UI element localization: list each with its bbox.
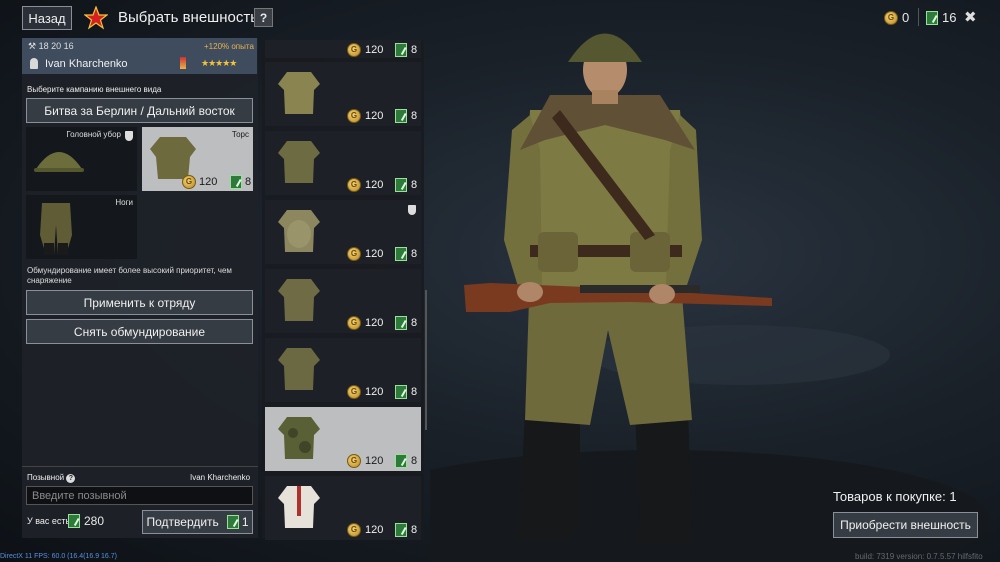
ticket-icon <box>395 523 407 537</box>
medal-icon <box>180 57 186 69</box>
have-tickets: 280 <box>68 514 104 528</box>
gold-amount: 0 <box>902 10 910 25</box>
ticket-icon <box>395 109 407 123</box>
soldier-name: Ivan Kharchenko <box>45 58 128 70</box>
ticket-icon <box>395 43 407 57</box>
have-label: У вас есть <box>27 516 71 526</box>
appearance-item[interactable]: 120 8 <box>265 338 421 402</box>
slot-label: Ноги <box>115 198 133 207</box>
help-button[interactable]: ? <box>254 8 273 27</box>
close-icon[interactable]: ✖ <box>964 8 977 26</box>
ticket-icon <box>926 10 938 25</box>
gold-coin-icon <box>347 178 361 192</box>
white-tunic-icon <box>278 486 320 528</box>
confirm-cost: 1 <box>226 515 249 529</box>
callsign-input[interactable] <box>26 486 253 505</box>
wrench-icon: ⚒ <box>28 41 39 51</box>
slot-label: Торс <box>231 130 249 139</box>
buy-appearance-button[interactable]: Приобрести внешность <box>833 512 978 538</box>
appearance-item[interactable]: 120 8 <box>265 131 421 195</box>
scrollbar[interactable] <box>425 290 427 430</box>
ticket-icon <box>395 178 407 192</box>
slot-price: 120 <box>182 175 217 189</box>
gold-coin-icon <box>347 523 361 537</box>
gold-coin-icon <box>182 175 196 189</box>
ticket-icon <box>395 385 407 399</box>
back-button[interactable]: Назад <box>22 6 72 30</box>
body-armor-icon <box>278 210 320 252</box>
slot-label: Головной убор <box>66 130 121 139</box>
ticket-icon <box>395 316 407 330</box>
gold-coin-icon <box>347 385 361 399</box>
helmet-icon <box>34 152 84 172</box>
ticket-balance: 16 <box>926 10 956 25</box>
soldier-icon <box>30 58 38 69</box>
appearance-item[interactable]: 120 8 <box>265 200 421 264</box>
slot-legs[interactable]: Ноги <box>26 195 137 259</box>
ticket-amount: 16 <box>942 10 957 25</box>
ticket-icon <box>230 175 242 189</box>
appearance-item[interactable]: 120 8 <box>265 269 421 333</box>
ticket-icon <box>226 515 239 529</box>
slot-torso[interactable]: Торс 120 8 <box>142 127 253 191</box>
appearance-item[interactable]: 120 8 <box>265 62 421 126</box>
help-icon[interactable]: ? <box>66 474 76 483</box>
fps-counter: DirectX 11 FPS: 60.0 (16.4(16.9 16.7) <box>0 553 117 560</box>
red-star-icon <box>84 6 108 30</box>
gold-coin-icon <box>347 454 361 468</box>
shield-icon <box>125 131 133 141</box>
gold-coin-icon <box>884 10 898 25</box>
items-to-buy: Товаров к покупке: 1 <box>833 489 957 504</box>
divider <box>22 466 258 467</box>
gold-coin-icon <box>347 316 361 330</box>
tunic-icon <box>278 348 320 390</box>
appearance-item[interactable]: 120 8 <box>265 40 421 58</box>
gold-coin-icon <box>347 247 361 261</box>
slot-tickets: 8 <box>230 175 251 189</box>
version-label: build: 7319 version: 0.7.5.57 hilfsfito <box>855 552 983 561</box>
callsign-label: Позывной ? <box>27 473 76 483</box>
slot-headgear[interactable]: Головной убор <box>26 127 137 191</box>
trousers-icon <box>40 203 72 255</box>
camo-tunic-icon <box>278 417 320 459</box>
tunic-icon <box>278 72 320 114</box>
campaign-label: Выберите кампанию внешнего вида <box>27 85 162 94</box>
appearance-item-selected[interactable]: 120 8 <box>265 407 421 471</box>
tunic-icon <box>150 137 196 179</box>
gold-balance: 0 <box>884 10 909 25</box>
tunic-icon <box>278 141 320 183</box>
callsign-soldier-name: Ivan Kharchenko <box>190 473 251 482</box>
divider <box>918 8 919 26</box>
gold-coin-icon <box>347 43 361 57</box>
exp-bonus: +120% опыта <box>204 42 254 51</box>
soldier-stats: ⚒ 18 20 16 <box>28 41 74 51</box>
character-preview[interactable] <box>430 0 1000 562</box>
appearance-item[interactable]: 120 8 <box>265 476 421 540</box>
shield-icon <box>408 205 416 215</box>
tunic-icon <box>278 279 320 321</box>
campaign-select[interactable]: Битва за Берлин / Дальний восток <box>26 98 253 123</box>
ticket-icon <box>68 514 80 528</box>
gold-coin-icon <box>347 109 361 123</box>
rank-stars: ★★★★★ <box>201 58 237 68</box>
confirm-callsign-button[interactable]: Подтвердить 1 <box>142 510 253 534</box>
page-title: Выбрать внешность <box>118 9 259 26</box>
ticket-icon <box>395 247 407 261</box>
ticket-icon <box>395 454 407 468</box>
remove-uniform-button[interactable]: Снять обмундирование <box>26 319 253 344</box>
apply-to-squad-button[interactable]: Применить к отряду <box>26 290 253 315</box>
priority-note: Обмундирование имеет более высокий приор… <box>27 266 232 285</box>
